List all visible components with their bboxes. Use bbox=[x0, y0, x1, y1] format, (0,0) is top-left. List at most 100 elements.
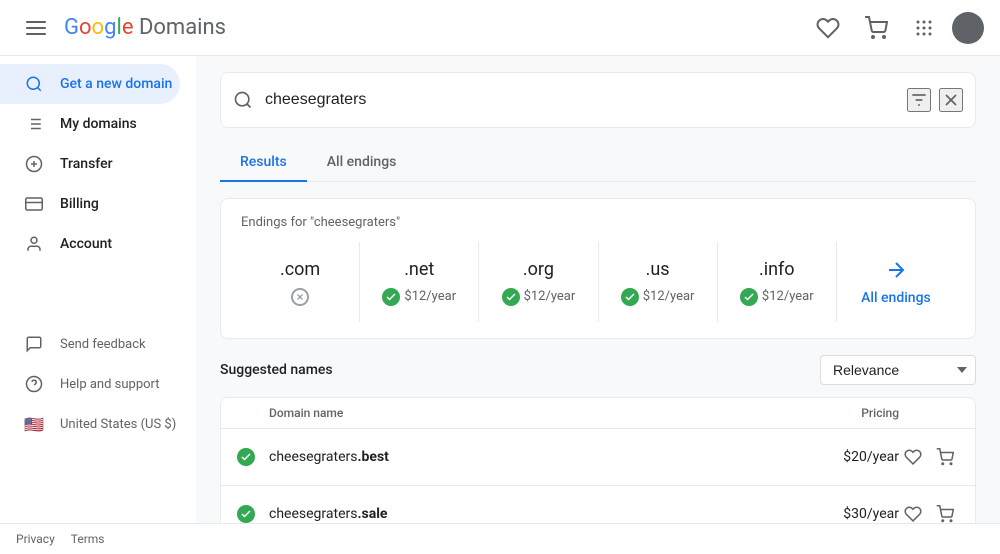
add-to-cart-button[interactable] bbox=[931, 498, 959, 523]
domain-base: cheesegraters bbox=[269, 506, 357, 522]
domain-ext: .best bbox=[357, 449, 388, 465]
apps-icon bbox=[912, 16, 936, 40]
ending-price: $12/year bbox=[643, 289, 695, 304]
sidebar-item-billing[interactable]: Billing bbox=[0, 184, 180, 224]
search-bar bbox=[220, 72, 976, 128]
available-icon bbox=[382, 288, 400, 306]
tab-all-endings[interactable]: All endings bbox=[307, 144, 417, 182]
ending-ext: .com bbox=[280, 259, 320, 280]
ending-status: $12/year bbox=[382, 288, 456, 306]
ending-item-info[interactable]: .info $12/year bbox=[718, 242, 837, 322]
cart-icon bbox=[864, 16, 888, 40]
suggested-title: Suggested names bbox=[220, 362, 333, 378]
ending-price: $12/year bbox=[762, 289, 814, 304]
sidebar-item-label: Send feedback bbox=[60, 337, 146, 352]
sidebar-item-my-domains[interactable]: My domains bbox=[0, 104, 180, 144]
tab-results[interactable]: Results bbox=[220, 144, 307, 182]
sidebar-item-label: United States (US $) bbox=[60, 417, 176, 432]
header-right bbox=[808, 8, 984, 48]
avatar[interactable] bbox=[952, 12, 984, 44]
sidebar-item-locale[interactable]: 🇺🇸 United States (US $) bbox=[0, 404, 180, 444]
sidebar-item-get-new-domain[interactable]: Get a new domain bbox=[0, 64, 180, 104]
cart-icon bbox=[936, 448, 954, 466]
close-icon bbox=[941, 90, 961, 110]
ending-status: $12/year bbox=[740, 288, 814, 306]
wishlist-button[interactable] bbox=[808, 8, 848, 48]
hamburger-button[interactable] bbox=[16, 8, 56, 48]
clear-search-button[interactable] bbox=[939, 88, 963, 112]
wishlist-domain-button[interactable] bbox=[899, 498, 927, 523]
sidebar-item-label: Help and support bbox=[60, 377, 160, 392]
domain-actions bbox=[899, 498, 959, 523]
domain-name: cheesegraters.best bbox=[261, 449, 809, 465]
help-icon bbox=[24, 374, 44, 394]
search-input[interactable] bbox=[265, 91, 907, 109]
ending-status: $12/year bbox=[502, 288, 576, 306]
sidebar-item-send-feedback[interactable]: Send feedback bbox=[0, 324, 180, 364]
endings-title: Endings for "cheesegraters" bbox=[241, 215, 955, 230]
wishlist-domain-button[interactable] bbox=[899, 441, 927, 473]
available-icon bbox=[502, 288, 520, 306]
privacy-link[interactable]: Privacy bbox=[16, 532, 55, 546]
ending-price: $12/year bbox=[524, 289, 576, 304]
suggested-header: Suggested names Relevance Price: Low to … bbox=[220, 355, 976, 385]
column-header-domain: Domain name bbox=[237, 406, 839, 420]
app-header: Google Domains bbox=[0, 0, 1000, 56]
ending-ext: .org bbox=[523, 259, 554, 280]
table-row: cheesegraters.best $20/year bbox=[221, 429, 975, 486]
ending-item-org[interactable]: .org $12/year bbox=[479, 242, 598, 322]
column-header-pricing: Pricing bbox=[839, 406, 959, 420]
logo-text: Google Domains bbox=[64, 15, 226, 40]
search-icon bbox=[233, 90, 253, 110]
results-tabs: Results All endings bbox=[220, 144, 976, 182]
add-to-cart-button[interactable] bbox=[931, 441, 959, 473]
sidebar-item-account[interactable]: Account bbox=[0, 224, 180, 264]
ending-item-com[interactable]: .com bbox=[241, 242, 360, 322]
search-icon-wrap bbox=[233, 90, 253, 110]
sidebar: Get a new domain My domains Transfer Bil… bbox=[0, 56, 196, 523]
main-layout: Get a new domain My domains Transfer Bil… bbox=[0, 56, 1000, 523]
check-circle-icon bbox=[237, 448, 255, 466]
domain-name: cheesegraters.sale bbox=[261, 506, 809, 522]
sort-select[interactable]: Relevance Price: Low to High Price: High… bbox=[820, 355, 976, 385]
apps-button[interactable] bbox=[904, 8, 944, 48]
domain-actions bbox=[899, 441, 959, 473]
endings-grid: .com .net $12/year bbox=[241, 242, 955, 322]
google-domains-logo[interactable]: Google Domains bbox=[64, 15, 226, 40]
terms-link[interactable]: Terms bbox=[71, 532, 105, 546]
header-left: Google Domains bbox=[16, 8, 226, 48]
heart-icon bbox=[816, 16, 840, 40]
sidebar-item-label: Account bbox=[60, 236, 112, 252]
filter-button[interactable] bbox=[907, 88, 931, 112]
sidebar-item-transfer[interactable]: Transfer bbox=[0, 144, 180, 184]
heart-icon bbox=[904, 448, 922, 466]
credit-card-icon bbox=[24, 194, 44, 214]
ending-item-net[interactable]: .net $12/year bbox=[360, 242, 479, 322]
ending-item-us[interactable]: .us $12/year bbox=[599, 242, 718, 322]
domain-base: cheesegraters bbox=[269, 449, 357, 465]
transfer-icon bbox=[24, 154, 44, 174]
page-footer: Privacy Terms bbox=[0, 523, 1000, 554]
table-header: Domain name Pricing bbox=[221, 398, 975, 429]
available-icon bbox=[621, 288, 639, 306]
ending-ext: .us bbox=[646, 259, 670, 280]
main-content: Results All endings Endings for "cheeseg… bbox=[196, 56, 1000, 523]
hamburger-icon bbox=[24, 16, 48, 40]
cart-button[interactable] bbox=[856, 8, 896, 48]
all-endings-button[interactable]: All endings bbox=[837, 242, 955, 322]
table-row: cheesegraters.sale $30/year bbox=[221, 486, 975, 523]
domain-ext: .sale bbox=[357, 506, 387, 522]
filter-icon bbox=[909, 90, 929, 110]
heart-icon bbox=[904, 505, 922, 523]
ending-status bbox=[291, 288, 309, 306]
suggested-section: Suggested names Relevance Price: Low to … bbox=[220, 355, 976, 523]
feedback-icon bbox=[24, 334, 44, 354]
endings-card: Endings for "cheesegraters" .com .net bbox=[220, 198, 976, 339]
ending-price: $12/year bbox=[404, 289, 456, 304]
sidebar-item-help[interactable]: Help and support bbox=[0, 364, 180, 404]
cart-icon bbox=[936, 505, 954, 523]
ending-ext: .info bbox=[759, 259, 795, 280]
person-icon bbox=[24, 234, 44, 254]
domain-price: $20/year bbox=[809, 449, 899, 465]
check-circle-icon bbox=[237, 505, 255, 523]
